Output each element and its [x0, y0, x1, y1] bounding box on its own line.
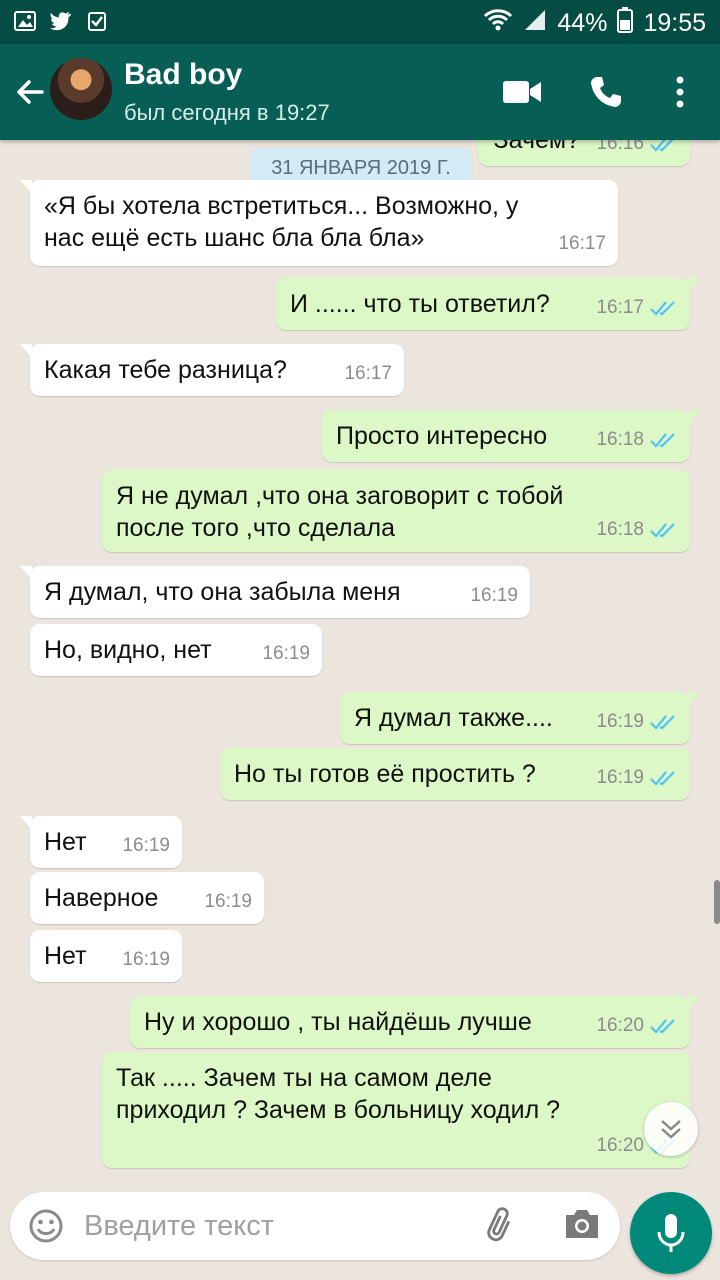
message-text: Я думал, что она забыла меня	[44, 578, 401, 606]
message-text: И ...... что ты ответил?	[290, 290, 550, 318]
double-check-icon	[650, 523, 675, 538]
message-text: Я думал также....	[354, 704, 553, 732]
message-text: Нет	[44, 828, 87, 856]
double-check-icon	[650, 433, 675, 448]
message-meta: 16:16	[596, 140, 678, 160]
message-time: 16:17	[596, 297, 644, 318]
message-time: 16:19	[122, 949, 170, 970]
message-time: 16:19	[596, 767, 644, 788]
double-check-icon	[650, 301, 675, 316]
composer-bar: Введите текст	[0, 1180, 720, 1280]
message-time: 16:19	[596, 711, 644, 732]
message-bubble-in[interactable]: Какая тебе разница? 16:17	[20, 344, 404, 396]
message-meta: 16:19	[122, 830, 170, 862]
double-check-icon	[650, 140, 674, 152]
message-bubble-in[interactable]: Наверное 16:19	[30, 872, 264, 924]
clock: 19:55	[643, 9, 706, 37]
message-text: Так ..... Зачем ты на самом деле приходи…	[116, 1064, 561, 1124]
double-chevron-down-icon	[661, 1120, 681, 1139]
chat-header: Bad boy был сегодня в 19:27	[0, 44, 720, 140]
video-call-icon[interactable]	[502, 72, 542, 112]
message-text: Нет	[44, 942, 87, 970]
message-meta: 16:18	[596, 424, 678, 456]
avatar[interactable]	[50, 58, 112, 120]
message-meta: 16:17	[596, 292, 678, 324]
chat-area[interactable]: Зачем? 16:16 31 ЯНВАРЯ 2019 Г. «Я бы хот…	[0, 140, 720, 1180]
message-bubble-out[interactable]: Но ты готов её простить ? 16:19	[220, 748, 690, 800]
message-bubble-in[interactable]: «Я бы хотела встретиться... Возможно, у …	[20, 180, 618, 266]
message-text: Просто интересно	[336, 422, 548, 450]
message-bubble-in[interactable]: Я думал, что она забыла меня 16:19	[20, 566, 530, 618]
message-meta: 16:19	[204, 886, 252, 918]
message-text: Ну и хорошо , ты найдёшь лучше	[144, 1008, 532, 1036]
message-meta: 16:20	[596, 1010, 678, 1042]
microphone-button[interactable]	[630, 1192, 712, 1274]
message-text: Наверное	[44, 884, 159, 912]
scrollbar[interactable]	[714, 880, 720, 924]
message-meta: 16:19	[122, 944, 170, 976]
gallery-icon	[14, 10, 36, 32]
message-text: Какая тебе разница?	[44, 356, 287, 384]
double-check-icon	[650, 1019, 675, 1034]
scroll-down-button[interactable]	[644, 1102, 698, 1156]
message-time: 16:17	[558, 233, 606, 254]
message-time: 16:20	[596, 1135, 644, 1156]
wifi-icon	[483, 8, 513, 39]
phone-call-icon[interactable]	[586, 72, 626, 112]
double-check-icon	[650, 715, 675, 730]
twitter-icon	[50, 10, 72, 32]
message-bubble-in[interactable]: Но, видно, нет 16:19	[30, 624, 322, 676]
message-text: Зачем?	[493, 140, 580, 154]
message-input[interactable]: Введите текст	[10, 1192, 620, 1260]
message-time: 16:19	[122, 835, 170, 856]
message-bubble-out[interactable]: Я не думал ,что она заговорит с тобой по…	[102, 470, 690, 552]
back-arrow-icon[interactable]	[12, 74, 48, 110]
message-time: 16:17	[344, 363, 392, 384]
message-time: 16:19	[470, 585, 518, 606]
message-text: Но ты готов её простить ?	[234, 760, 536, 788]
more-options-icon[interactable]	[660, 72, 700, 112]
message-meta: 16:17	[344, 358, 392, 390]
microphone-icon	[657, 1214, 685, 1252]
camera-icon[interactable]	[562, 1206, 602, 1246]
checkbox-icon	[86, 10, 108, 32]
message-meta: 16:19	[262, 638, 310, 670]
message-bubble-out[interactable]: Я думал также.... 16:19	[340, 692, 700, 744]
message-text: Я не думал ,что она заговорит с тобой по…	[116, 482, 564, 542]
input-placeholder: Введите текст	[84, 1210, 275, 1242]
message-time: 16:18	[596, 519, 644, 540]
message-time: 16:18	[596, 429, 644, 450]
message-bubble-out[interactable]: Ну и хорошо , ты найдёшь лучше 16:20	[130, 996, 700, 1048]
message-bubble-in[interactable]: Нет 16:19	[30, 930, 182, 982]
message-time: 16:19	[262, 643, 310, 664]
battery-icon	[617, 7, 634, 40]
attach-icon[interactable]	[482, 1206, 522, 1246]
message-meta: 16:19	[470, 580, 518, 612]
message-meta: 16:18	[596, 514, 678, 546]
double-check-icon	[650, 771, 675, 786]
message-bubble-in[interactable]: Нет 16:19	[20, 816, 182, 868]
battery-percent: 44%	[557, 9, 608, 37]
message-meta: 16:17	[558, 228, 606, 260]
message-bubble-out[interactable]: Просто интересно 16:18	[322, 410, 700, 462]
message-time: 16:20	[596, 1015, 644, 1036]
message-bubble-out[interactable]: Зачем? 16:16	[478, 140, 690, 166]
status-bar: 44% 19:55	[0, 0, 720, 44]
signal-icon	[523, 8, 547, 39]
message-time: 16:19	[204, 891, 252, 912]
contact-name[interactable]: Bad boy	[124, 58, 242, 92]
message-time: 16:16	[596, 140, 644, 154]
last-seen: был сегодня в 19:27	[124, 100, 330, 125]
message-meta: 16:19	[596, 706, 678, 738]
emoji-icon[interactable]	[28, 1208, 64, 1244]
message-text: Но, видно, нет	[44, 636, 212, 664]
message-bubble-out[interactable]: И ...... что ты ответил? 16:17	[276, 278, 700, 330]
message-bubble-out[interactable]: Так ..... Зачем ты на самом деле приходи…	[102, 1052, 690, 1168]
message-meta: 16:19	[596, 762, 678, 794]
message-text: «Я бы хотела встретиться... Возможно, у …	[44, 192, 519, 252]
